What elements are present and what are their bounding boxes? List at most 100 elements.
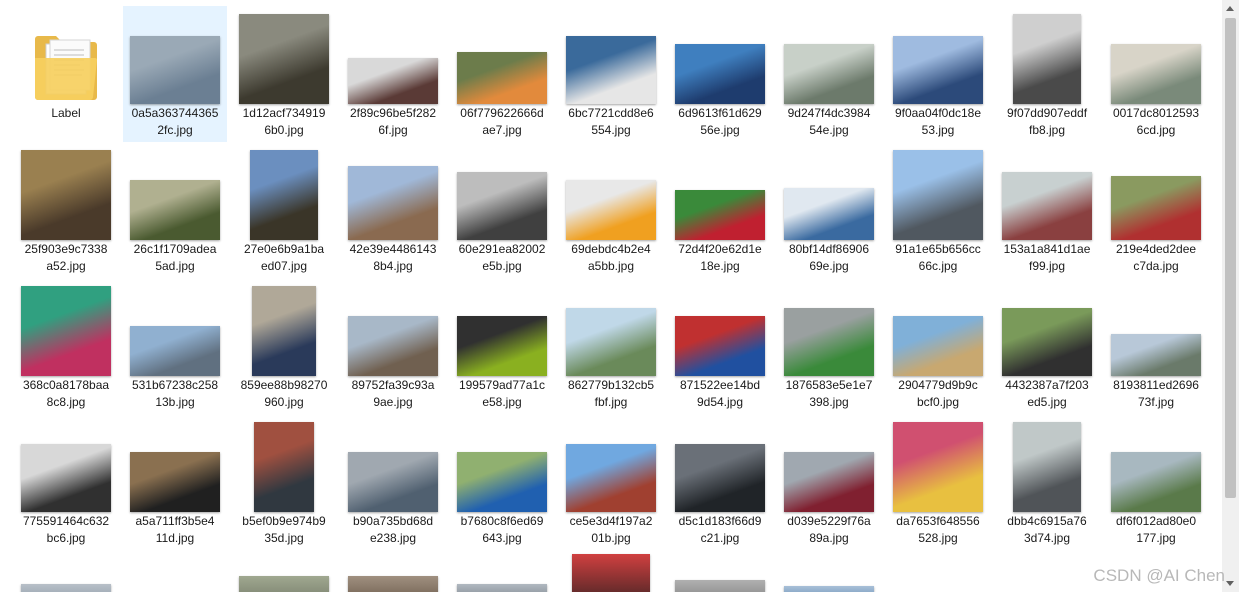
file-item[interactable]: ce5e3d4f197a2 01b.jpg [559, 414, 663, 550]
file-item[interactable]: 199579ad77a1c e58.jpg [450, 278, 554, 414]
image-thumbnail-partial[interactable] [572, 554, 650, 592]
file-item[interactable]: a5a711ff3b5e4 11d.jpg [123, 414, 227, 550]
folder-item[interactable]: Label [14, 6, 118, 142]
image-thumbnail-partial[interactable] [348, 576, 438, 592]
image-thumbnail [893, 316, 983, 376]
file-item[interactable]: 42e39e4486143 8b4.jpg [341, 142, 445, 278]
file-name: 153a1a841d1ae f99.jpg [995, 241, 1099, 275]
file-item[interactable]: 4432387a7f203 ed5.jpg [995, 278, 1099, 414]
image-thumbnail-partial[interactable] [21, 584, 111, 592]
file-name-line1: b7680c8f6ed69 [460, 514, 544, 528]
file-item[interactable]: 89752fa39c93a 9ae.jpg [341, 278, 445, 414]
file-name-line1: 0017dc8012593 [1112, 106, 1200, 120]
thumbnail-wrapper [559, 414, 663, 512]
file-item[interactable]: d039e5229f76a 89a.jpg [777, 414, 881, 550]
file-item[interactable]: b5ef0b9e974b9 35d.jpg [232, 414, 336, 550]
file-item[interactable]: 72d4f20e62d1e 18e.jpg [668, 142, 772, 278]
file-name: 2904779d9b9c bcf0.jpg [886, 377, 990, 411]
thumbnail-wrapper [777, 142, 881, 240]
file-name-line2: c21.jpg [700, 531, 740, 545]
file-item[interactable]: 91a1e65b656cc 66c.jpg [886, 142, 990, 278]
file-name-line1: 2904779d9b9c [898, 378, 978, 392]
file-name: 2f89c96be5f282 6f.jpg [341, 105, 445, 139]
file-item[interactable]: 60e291ea82002 e5b.jpg [450, 142, 554, 278]
thumbnail-wrapper [777, 6, 881, 104]
file-item[interactable]: 25f903e9c7338 a52.jpg [14, 142, 118, 278]
image-thumbnail [675, 44, 765, 104]
file-item[interactable]: da7653f648556 528.jpg [886, 414, 990, 550]
file-item[interactable]: 8193811ed2696 73f.jpg [1104, 278, 1208, 414]
file-item[interactable]: dbb4c6915a76 3d74.jpg [995, 414, 1099, 550]
image-thumbnail [566, 36, 656, 104]
file-item[interactable]: 368c0a8178baa 8c8.jpg [14, 278, 118, 414]
file-item[interactable]: 80bf14df86906 69e.jpg [777, 142, 881, 278]
file-item[interactable]: 0a5a363744365 2fc.jpg [123, 6, 227, 142]
image-thumbnail-partial[interactable] [784, 586, 874, 592]
thumbnail-wrapper [559, 6, 663, 104]
vertical-scrollbar[interactable] [1222, 0, 1239, 592]
image-thumbnail-partial[interactable] [457, 584, 547, 592]
file-item[interactable]: 9f07dd907eddf fb8.jpg [995, 6, 1099, 142]
file-item[interactable]: 9f0aa04f0dc18e 53.jpg [886, 6, 990, 142]
file-item[interactable]: 2f89c96be5f282 6f.jpg [341, 6, 445, 142]
image-thumbnail [1111, 44, 1201, 104]
image-thumbnail [130, 36, 220, 104]
image-thumbnail [130, 452, 220, 512]
file-name-line1: 4432387a7f203 [1005, 378, 1089, 392]
file-name-line2: 8b4.jpg [373, 259, 413, 273]
file-item[interactable]: 775591464c632 bc6.jpg [14, 414, 118, 550]
file-name: 89752fa39c93a 9ae.jpg [341, 377, 445, 411]
file-item[interactable]: 153a1a841d1ae f99.jpg [995, 142, 1099, 278]
thumbnail-wrapper [450, 142, 554, 240]
file-item[interactable]: 6bc7721cdd8e6 554.jpg [559, 6, 663, 142]
file-item[interactable]: b90a735bd68d e238.jpg [341, 414, 445, 550]
image-thumbnail [1111, 334, 1201, 376]
file-item[interactable]: d5c1d183f66d9 c21.jpg [668, 414, 772, 550]
file-item[interactable]: 1876583e5e1e7 398.jpg [777, 278, 881, 414]
image-thumbnail [21, 150, 111, 240]
file-item[interactable]: 0017dc8012593 6cd.jpg [1104, 6, 1208, 142]
folder-thumb [14, 6, 118, 104]
file-item[interactable]: 871522ee14bd 9d54.jpg [668, 278, 772, 414]
image-thumbnail-partial[interactable] [239, 576, 329, 592]
file-name-line2: 35d.jpg [264, 531, 304, 545]
file-name-line2: 11d.jpg [155, 531, 195, 545]
thumbnail-wrapper [341, 414, 445, 512]
file-item[interactable]: 06f779622666d ae7.jpg [450, 6, 554, 142]
file-name: b90a735bd68d e238.jpg [341, 513, 445, 547]
file-item[interactable]: 862779b132cb5 fbf.jpg [559, 278, 663, 414]
file-item[interactable]: 1d12acf734919 6b0.jpg [232, 6, 336, 142]
file-name-line2: ed07.jpg [260, 259, 308, 273]
file-item[interactable]: 6d9613f61d629 56e.jpg [668, 6, 772, 142]
file-item[interactable]: 2904779d9b9c bcf0.jpg [886, 278, 990, 414]
file-item[interactable]: 531b67238c258 13b.jpg [123, 278, 227, 414]
file-item[interactable]: df6f012ad80e0 177.jpg [1104, 414, 1208, 550]
file-name-line1: 26c1f1709adea [133, 242, 217, 256]
scroll-up-button[interactable] [1222, 0, 1239, 17]
image-thumbnail-partial[interactable] [675, 580, 765, 592]
file-name-line2: fb8.jpg [1028, 123, 1066, 137]
file-item[interactable]: 27e0e6b9a1ba ed07.jpg [232, 142, 336, 278]
image-thumbnail [784, 308, 874, 376]
file-item[interactable]: 219e4ded2dee c7da.jpg [1104, 142, 1208, 278]
file-item[interactable]: b7680c8f6ed69 643.jpg [450, 414, 554, 550]
file-item[interactable]: 69debdc4b2e4 a5bb.jpg [559, 142, 663, 278]
file-name: dbb4c6915a76 3d74.jpg [995, 513, 1099, 547]
file-name-line1: 1d12acf734919 [242, 106, 326, 120]
image-thumbnail [675, 444, 765, 512]
file-name: b5ef0b9e974b9 35d.jpg [232, 513, 336, 547]
file-item[interactable]: 26c1f1709adea 5ad.jpg [123, 142, 227, 278]
folder-icon [35, 36, 97, 100]
thumbnail-wrapper [777, 414, 881, 512]
file-name: 775591464c632 bc6.jpg [14, 513, 118, 547]
file-name-line2: c7da.jpg [1133, 259, 1179, 273]
file-name: ce5e3d4f197a2 01b.jpg [559, 513, 663, 547]
file-name: 199579ad77a1c e58.jpg [450, 377, 554, 411]
thumbnail-wrapper [14, 414, 118, 512]
thumbnail-wrapper [232, 278, 336, 376]
file-item[interactable]: 859ee88b98270 960.jpg [232, 278, 336, 414]
file-name: 42e39e4486143 8b4.jpg [341, 241, 445, 275]
file-item[interactable]: 9d247f4dc3984 54e.jpg [777, 6, 881, 142]
file-name-line2: 18e.jpg [700, 259, 740, 273]
scrollbar-thumb[interactable] [1225, 18, 1236, 498]
